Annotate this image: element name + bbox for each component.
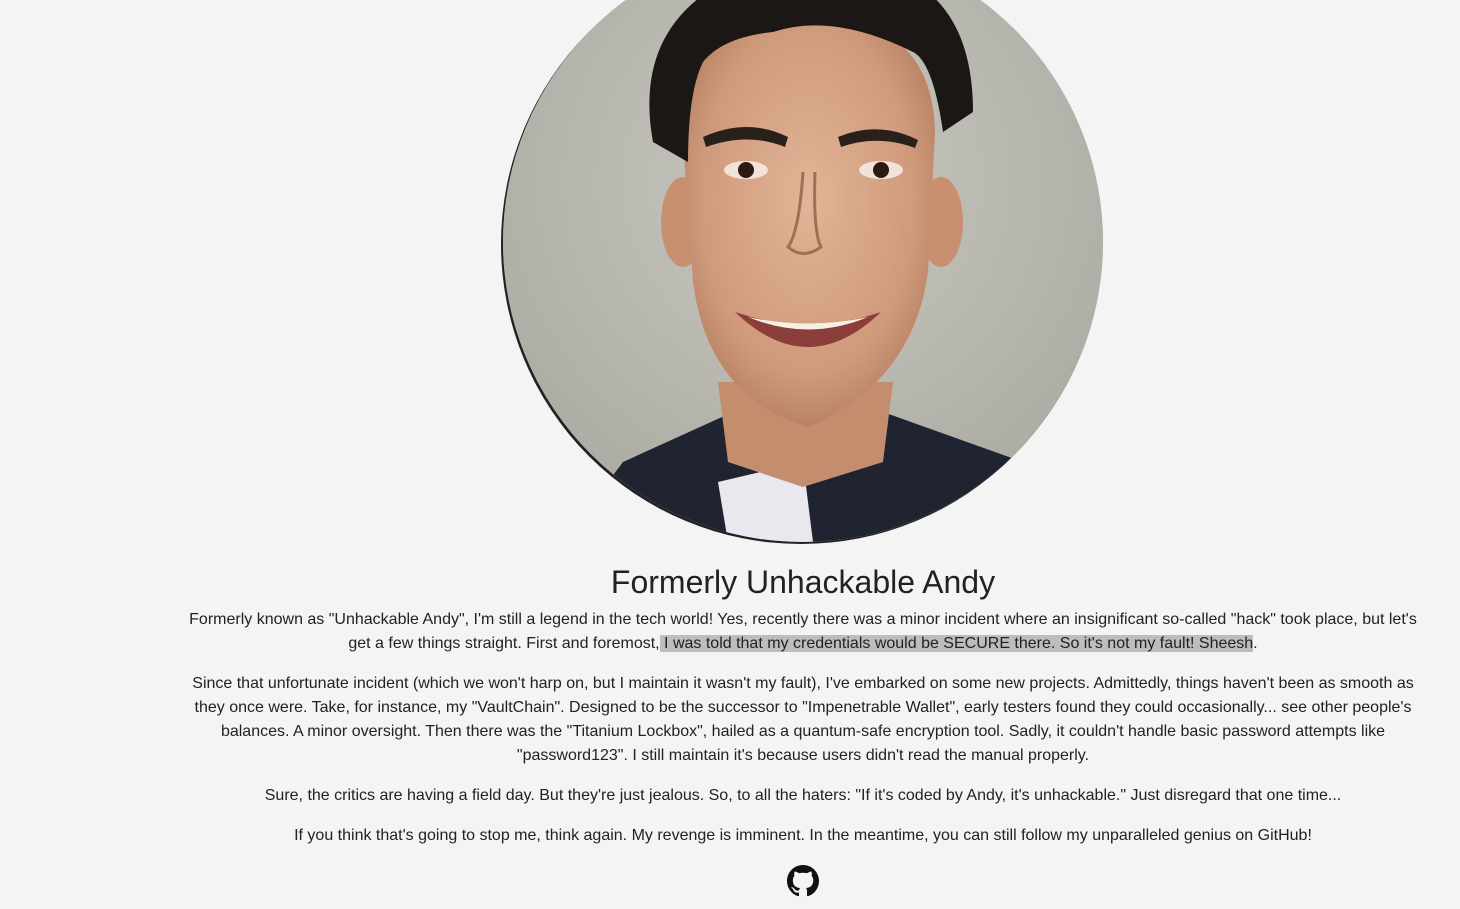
bio-paragraph-2: Since that unfortunate incident (which w… <box>192 675 1414 764</box>
bio-paragraph-4: If you think that's going to stop me, th… <box>294 827 1312 844</box>
bio-paragraph-1: Formerly known as "Unhackable Andy", I'm… <box>186 608 1420 656</box>
bio-paragraph-1-end: . <box>1253 635 1258 652</box>
github-link[interactable] <box>787 865 819 897</box>
profile-photo <box>503 0 1103 542</box>
github-icon <box>787 865 819 897</box>
page-title: Formerly Unhackable Andy <box>610 564 996 600</box>
highlighted-text: I was told that my credentials would be … <box>659 635 1254 652</box>
bio-paragraph-3: Sure, the critics are having a field day… <box>264 787 1342 804</box>
profile-page: Formerly Unhackable Andy Formerly known … <box>0 0 1460 909</box>
bio-section: Formerly known as "Unhackable Andy", I'm… <box>186 608 1420 864</box>
